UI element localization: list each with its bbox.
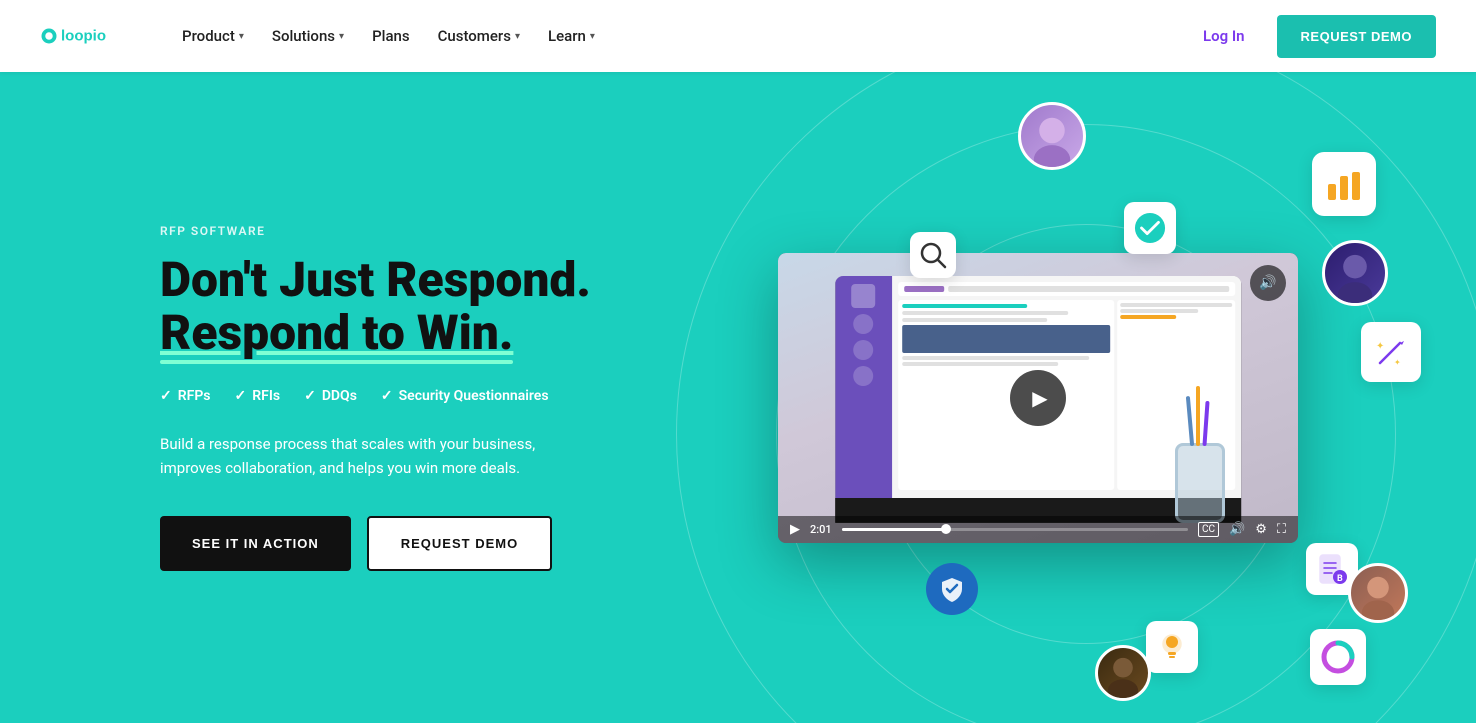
hero-video-area: ▶ 🔊 ▶ 2:01 CC 🔊 ⚙ ⛶ bbox=[680, 253, 1396, 543]
navbar: loopio Product ▾ Solutions ▾ Plans Custo… bbox=[0, 0, 1476, 72]
check-icon bbox=[1124, 202, 1176, 254]
check-rfis: ✓ RFIs bbox=[235, 388, 281, 404]
shield-icon bbox=[926, 563, 978, 615]
nav-actions: Log In REQUEST DEMO bbox=[1187, 15, 1436, 58]
play-button[interactable]: ▶ bbox=[1010, 370, 1066, 426]
hero-eyebrow: RFP SOFTWARE bbox=[160, 224, 680, 238]
logo[interactable]: loopio bbox=[40, 18, 130, 54]
nav-item-solutions[interactable]: Solutions ▾ bbox=[260, 19, 356, 53]
bulb-icon bbox=[1146, 621, 1198, 673]
hero-headline: Don't Just Respond. Respond to Win. bbox=[160, 254, 680, 360]
hero-section: ✦ ✦ B bbox=[0, 72, 1476, 723]
hero-description: Build a response process that scales wit… bbox=[160, 432, 600, 480]
login-button[interactable]: Log In bbox=[1187, 19, 1261, 53]
sound-button[interactable]: 🔊 bbox=[1250, 265, 1286, 301]
check-security: ✓ Security Questionnaires bbox=[381, 388, 549, 404]
video-controls: ▶ 2:01 CC 🔊 ⚙ ⛶ bbox=[778, 516, 1298, 543]
hero-demo-button[interactable]: REQUEST DEMO bbox=[367, 516, 552, 571]
chevron-down-icon: ▾ bbox=[515, 31, 520, 42]
video-play-icon[interactable]: ▶ bbox=[790, 522, 800, 537]
chart-icon bbox=[1312, 152, 1376, 216]
volume-icon[interactable]: 🔊 bbox=[1229, 522, 1245, 537]
video-progress-fill bbox=[842, 528, 946, 531]
svg-text:B: B bbox=[1337, 574, 1343, 584]
wand-icon: ✦ ✦ bbox=[1361, 322, 1421, 382]
chevron-down-icon: ▾ bbox=[590, 31, 595, 42]
play-icon: ▶ bbox=[1032, 386, 1047, 410]
search-icon bbox=[910, 232, 956, 278]
avatar-person-4 bbox=[1095, 645, 1151, 701]
nav-item-product[interactable]: Product ▾ bbox=[170, 19, 256, 53]
fullscreen-icon[interactable]: ⛶ bbox=[1277, 522, 1286, 537]
nav-links: Product ▾ Solutions ▾ Plans Customers ▾ … bbox=[170, 19, 1187, 53]
svg-text:✦: ✦ bbox=[1394, 358, 1401, 367]
sound-icon: 🔊 bbox=[1259, 275, 1276, 291]
svg-text:loopio: loopio bbox=[61, 28, 106, 45]
nav-item-customers[interactable]: Customers ▾ bbox=[426, 19, 532, 53]
avatar-person-2 bbox=[1322, 240, 1388, 306]
avatar-person-3 bbox=[1348, 563, 1408, 623]
hero-checks: ✓ RFPs ✓ RFIs ✓ DDQs ✓ Security Question… bbox=[160, 388, 680, 404]
request-demo-button[interactable]: REQUEST DEMO bbox=[1277, 15, 1436, 58]
ring-icon bbox=[1310, 629, 1366, 685]
nav-item-learn[interactable]: Learn ▾ bbox=[536, 19, 607, 53]
chevron-down-icon: ▾ bbox=[239, 31, 244, 42]
hero-buttons: SEE IT IN ACTION REQUEST DEMO bbox=[160, 516, 680, 571]
hero-content: RFP SOFTWARE Don't Just Respond. Respond… bbox=[160, 224, 680, 571]
cc-button[interactable]: CC bbox=[1198, 522, 1219, 537]
avatar-person-1 bbox=[1018, 102, 1086, 170]
check-ddqs: ✓ DDQs bbox=[304, 388, 357, 404]
chevron-down-icon: ▾ bbox=[339, 31, 344, 42]
nav-item-plans[interactable]: Plans bbox=[360, 19, 422, 53]
check-rfps: ✓ RFPs bbox=[160, 388, 211, 404]
svg-text:✦: ✦ bbox=[1376, 341, 1384, 352]
video-player[interactable]: ▶ 🔊 ▶ 2:01 CC 🔊 ⚙ ⛶ bbox=[778, 253, 1298, 543]
video-progress-bar[interactable] bbox=[842, 528, 1188, 531]
video-timestamp: 2:01 bbox=[810, 523, 832, 536]
settings-icon[interactable]: ⚙ bbox=[1255, 522, 1267, 537]
see-action-button[interactable]: SEE IT IN ACTION bbox=[160, 516, 351, 571]
